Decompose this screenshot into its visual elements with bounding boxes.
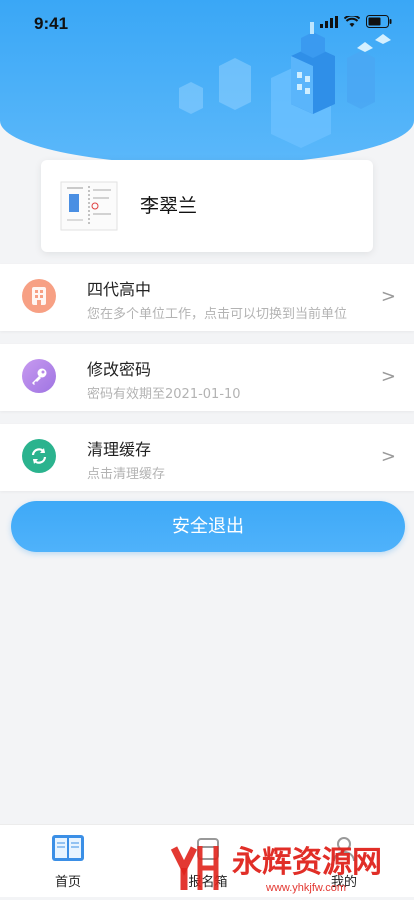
watermark-url: www.yhkjfw.com (265, 882, 346, 894)
tab-label: 首页 (54, 875, 81, 890)
profile-card[interactable]: 李翠兰 (41, 160, 373, 252)
building-icon (22, 279, 56, 313)
header-banner: 9:41 (0, 0, 414, 165)
menu-item-title: 清理缓存 (87, 440, 152, 459)
menu-item-switch-unit[interactable]: 四代高中 您在多个单位工作，点击可以切换到当前单位 > (0, 264, 414, 331)
user-name: 李翠兰 (140, 195, 198, 217)
key-icon (22, 359, 56, 393)
menu-item-subtitle: 您在多个单位工作，点击可以切换到当前单位 (87, 307, 348, 322)
tab-home[interactable]: 首页 (23, 833, 113, 890)
city-illustration (179, 22, 391, 148)
menu-item-subtitle: 密码有效期至2021-01-10 (87, 387, 241, 402)
watermark-text: 永辉资源网 (232, 845, 382, 880)
menu-item-title: 四代高中 (87, 280, 152, 299)
logout-button[interactable]: 安全退出 (11, 501, 405, 552)
refresh-icon (22, 439, 56, 473)
menu-item-subtitle: 点击清理缓存 (87, 467, 166, 482)
watermark-logo: 永辉资源网 www.yhkjfw.com (170, 845, 382, 894)
chevron-right-icon: > (380, 446, 396, 467)
chevron-right-icon: > (380, 366, 396, 387)
watermark: 永辉资源网 www.yhkjfw.com (166, 838, 414, 896)
signature-image (60, 181, 118, 231)
menu-item-title: 修改密码 (87, 360, 152, 379)
menu-item-clear-cache[interactable]: 清理缓存 点击清理缓存 > (0, 424, 414, 491)
status-time: 9:41 (34, 14, 69, 33)
book-icon (52, 835, 84, 861)
chevron-right-icon: > (380, 286, 396, 307)
menu-item-change-password[interactable]: 修改密码 密码有效期至2021-01-10 > (0, 344, 414, 411)
